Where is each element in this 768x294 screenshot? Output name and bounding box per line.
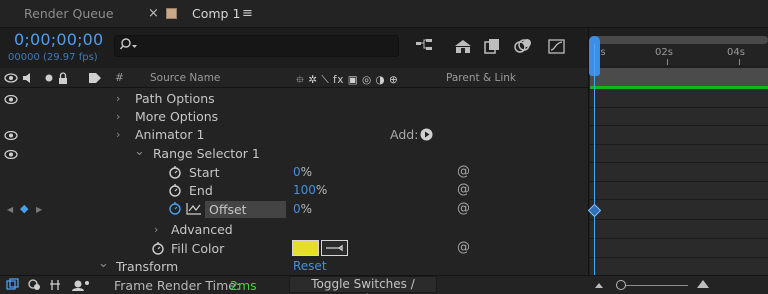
track-divider	[590, 162, 768, 163]
property-transform[interactable]: Transform	[116, 259, 178, 274]
column-parent-link: Parent & Link	[446, 72, 516, 84]
prev-keyframe-icon[interactable]: ◀	[7, 205, 13, 214]
current-time-indicator[interactable]	[594, 44, 595, 276]
close-tab-icon[interactable]: ×	[148, 0, 159, 28]
stopwatch-active-icon[interactable]	[168, 201, 182, 215]
visibility-eye-icon[interactable]	[4, 131, 18, 140]
property-end[interactable]: End	[189, 183, 213, 198]
collapse-chevron-icon[interactable]: ⌄	[98, 256, 109, 271]
expression-pickwhip-icon[interactable]: @	[457, 182, 470, 197]
column-number: #	[115, 72, 124, 84]
time-navigator[interactable]	[590, 36, 768, 44]
stopwatch-icon[interactable]	[151, 241, 165, 255]
track-divider	[590, 125, 768, 126]
zoom-in-icon[interactable]	[696, 279, 710, 289]
property-more-options[interactable]: More Options	[135, 109, 218, 124]
track-divider	[590, 144, 768, 145]
start-value[interactable]: 0%	[293, 165, 312, 179]
tab-comp-1[interactable]: Comp 1	[192, 0, 240, 28]
track-divider	[590, 238, 768, 239]
property-path-options[interactable]: Path Options	[135, 91, 215, 106]
collapse-chevron-icon[interactable]: ⌄	[134, 144, 145, 159]
zoom-out-icon[interactable]	[594, 281, 604, 289]
track-divider	[590, 181, 768, 182]
track-divider	[590, 219, 768, 220]
stopwatch-icon[interactable]	[168, 165, 182, 179]
property-offset[interactable]: Offset	[209, 202, 247, 217]
eyedropper-icon[interactable]	[321, 240, 348, 256]
fill-color-swatch[interactable]	[292, 240, 319, 256]
motion-blur-icon[interactable]	[512, 36, 534, 56]
keyframe-diamond-icon[interactable]	[588, 204, 601, 217]
tab-render-queue[interactable]: Render Queue	[24, 0, 114, 28]
expand-chevron-icon[interactable]: ›	[154, 223, 158, 236]
expression-pickwhip-icon[interactable]: @	[457, 201, 470, 216]
work-area-bar[interactable]	[590, 68, 768, 86]
expand-chevron-icon[interactable]: ›	[116, 92, 120, 105]
ruler-tick	[667, 59, 668, 65]
frame-count: 00000 (29.97 fps)	[8, 52, 98, 63]
property-animator-1[interactable]: Animator 1	[135, 127, 204, 142]
av-feature-switches-icon[interactable]	[4, 72, 74, 84]
comp-color-swatch	[166, 8, 177, 19]
graph-editor-icon[interactable]	[546, 36, 568, 56]
draft-3d-icon[interactable]	[452, 36, 474, 56]
column-source-name[interactable]: Source Name	[150, 72, 220, 84]
panel-tab-bar	[0, 0, 768, 28]
ruler-tick-label: 02s	[655, 47, 673, 58]
property-range-selector-1[interactable]: Range Selector 1	[153, 146, 260, 161]
end-value[interactable]: 100%	[293, 183, 327, 197]
property-start[interactable]: Start	[189, 165, 220, 180]
track-divider	[590, 199, 768, 200]
stopwatch-icon[interactable]	[168, 183, 182, 197]
frame-render-time-label: Frame Render Time:	[114, 278, 241, 293]
current-timecode[interactable]: 0;00;00;00	[14, 30, 103, 49]
ruler-tick	[739, 59, 740, 65]
keyframe-diamond-icon[interactable]: ◆	[20, 202, 28, 215]
collapse-chevron-icon[interactable]: ›	[116, 128, 120, 141]
layer-search-input[interactable]	[114, 35, 399, 57]
property-advanced[interactable]: Advanced	[171, 222, 233, 237]
frame-blending-icon[interactable]	[482, 36, 504, 56]
zoom-slider-track[interactable]	[618, 285, 688, 286]
transform-reset-link[interactable]: Reset	[293, 259, 327, 273]
composition-flowchart-icon[interactable]	[414, 36, 436, 56]
add-menu-icon[interactable]	[420, 128, 433, 141]
expand-chevron-icon[interactable]: ›	[116, 110, 120, 123]
search-icon[interactable]	[120, 37, 138, 53]
track-divider	[590, 257, 768, 258]
visibility-eye-icon[interactable]	[4, 150, 18, 159]
track-divider	[590, 107, 768, 108]
add-animator-label: Add:	[390, 127, 419, 142]
property-fill-color[interactable]: Fill Color	[171, 241, 224, 256]
keyframe-track-area[interactable]	[590, 89, 768, 275]
graph-icon[interactable]	[186, 202, 202, 215]
ruler-tick-label: 04s	[727, 47, 745, 58]
toggle-switches-modes-button[interactable]: Toggle Switches / Modes	[289, 276, 437, 294]
expression-pickwhip-icon[interactable]: @	[457, 240, 470, 255]
offset-value[interactable]: 0%	[293, 202, 312, 216]
footer-toggle-icons[interactable]	[6, 278, 92, 292]
frame-render-time-value: 2ms	[230, 278, 257, 293]
visibility-eye-icon[interactable]	[4, 95, 18, 104]
expression-pickwhip-icon[interactable]: @	[457, 164, 470, 179]
label-tag-icon[interactable]	[88, 72, 102, 84]
zoom-slider-handle[interactable]	[616, 280, 626, 290]
panel-menu-icon[interactable]: ≡	[242, 0, 253, 28]
next-keyframe-icon[interactable]: ▶	[36, 205, 42, 214]
